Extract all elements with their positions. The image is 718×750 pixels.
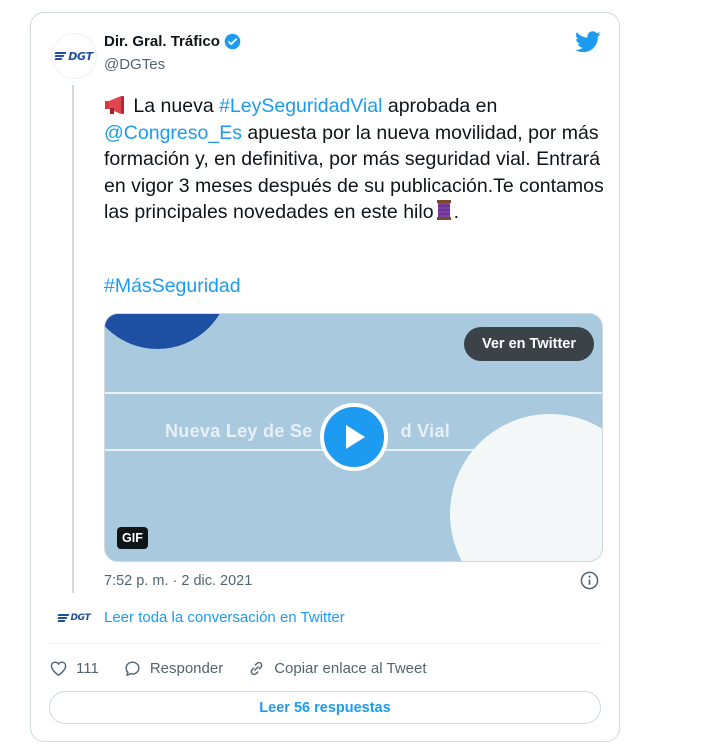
tweet-text: La nueva #LeySeguridadVial aprobada en @… — [104, 93, 604, 226]
media-caption: Nueva Ley de Se d Vial — [165, 421, 450, 442]
tweet-timestamp[interactable]: 7:52 p. m. · 2 dic. 2021 — [104, 573, 252, 589]
media-decor-line — [105, 392, 602, 394]
read-replies-button[interactable]: Leer 56 respuestas — [49, 691, 601, 724]
dgt-stripes-icon — [54, 52, 67, 60]
heart-icon — [50, 661, 67, 677]
like-button[interactable]: 111 — [49, 659, 99, 678]
hashtag-link[interactable]: #MásSeguridad — [104, 275, 241, 298]
author-name-text: Dir. Gral. Tráfico — [104, 33, 220, 50]
like-count: 111 — [76, 660, 99, 677]
play-icon — [346, 425, 365, 449]
author-avatar[interactable]: DGT — [51, 33, 97, 79]
play-button[interactable] — [320, 403, 388, 471]
thread-line — [72, 85, 74, 593]
reply-label: Responder — [149, 660, 224, 677]
reply-button[interactable]: Responder — [123, 659, 223, 678]
mention-link[interactable]: @Congreso_Es — [104, 122, 242, 144]
copy-link-label: Copiar enlace al Tweet — [274, 660, 427, 677]
tweet-text-part: . — [453, 201, 459, 223]
action-bar: 111 Responder Copiar enlace al Tweet — [49, 659, 451, 678]
view-on-twitter-button[interactable]: Ver en Twitter — [463, 327, 594, 361]
copy-link-button[interactable]: Copiar enlace al Tweet — [247, 659, 427, 678]
link-icon — [250, 661, 263, 676]
media-caption-left: Nueva Ley de Se — [165, 421, 313, 441]
hashtag-link[interactable]: #LeySeguridadVial — [219, 95, 382, 117]
conversation-avatar: DGT — [51, 613, 97, 623]
reply-bubble-icon — [125, 661, 140, 676]
twitter-bird-icon[interactable] — [575, 31, 601, 53]
verified-badge-icon — [224, 33, 241, 50]
dgt-logo: DGT — [54, 49, 93, 63]
dgt-stripes-icon — [57, 613, 69, 622]
dgt-logo: DGT — [57, 612, 91, 623]
tweet-text-part: La nueva — [133, 95, 220, 117]
dgt-logo-text: DGT — [68, 49, 93, 63]
tweet-text-part: aprobada en — [382, 95, 498, 117]
media-caption-right: d Vial — [400, 421, 451, 441]
info-icon[interactable] — [580, 571, 599, 590]
media-decor-circle — [450, 414, 602, 561]
megaphone-icon — [105, 96, 124, 114]
gif-media[interactable]: Nueva Ley de Se d Vial Ver en Twitter GIF — [104, 313, 603, 562]
dgt-logo-text: DGT — [70, 612, 91, 623]
author-name[interactable]: Dir. Gral. Tráfico — [104, 33, 241, 50]
gif-badge: GIF — [117, 527, 148, 549]
divider — [49, 643, 601, 644]
thread-spool-icon — [436, 200, 451, 220]
media-decor-circle — [105, 314, 230, 349]
read-conversation-link[interactable]: Leer toda la conversación en Twitter — [104, 609, 345, 626]
conversation-row[interactable]: DGT Leer toda la conversación en Twitter — [51, 609, 345, 626]
author-handle[interactable]: @DGTes — [104, 56, 165, 73]
embedded-tweet-card: DGT Dir. Gral. Tráfico @DGTes La nueva #… — [30, 12, 620, 742]
